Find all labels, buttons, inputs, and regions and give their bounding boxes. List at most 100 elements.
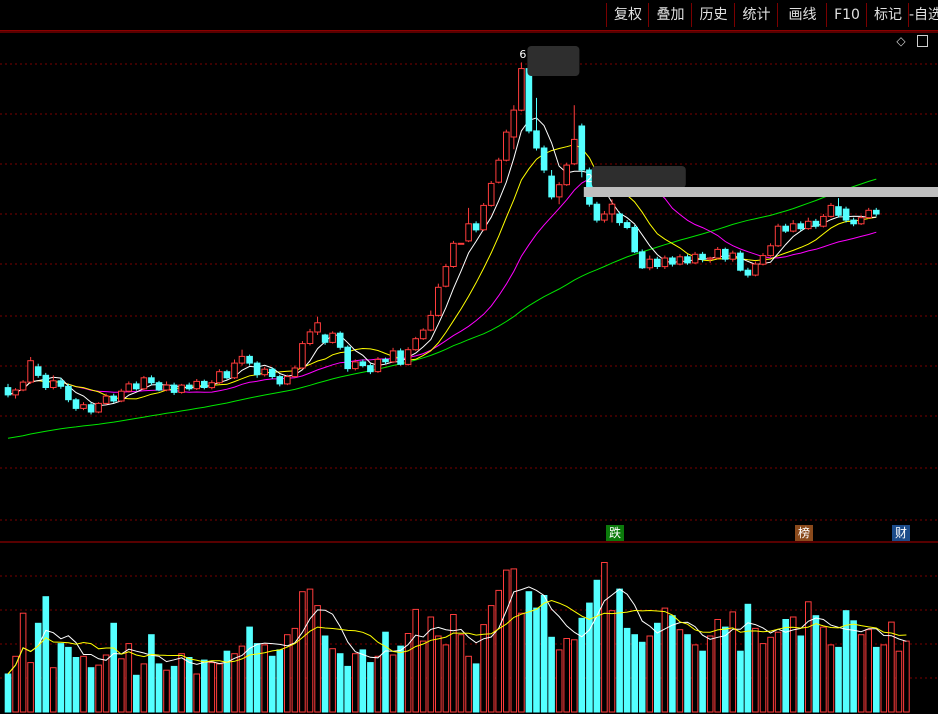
toolbar-button-6[interactable]: F10: [826, 3, 867, 27]
volume-bar: [344, 665, 351, 713]
event-badge-1[interactable]: 跌: [606, 525, 624, 541]
candle-body: [299, 343, 306, 369]
toolbar-button-4[interactable]: 统计: [734, 3, 778, 27]
volume-bar: [865, 629, 873, 713]
volume-bar: [503, 569, 510, 713]
candle-body: [616, 213, 623, 224]
toolbar-button-7[interactable]: 标记: [866, 3, 909, 27]
volume-bar: [155, 663, 163, 713]
candle: [450, 240, 457, 268]
candle-body: [593, 203, 601, 221]
event-badge-3[interactable]: 财: [892, 525, 910, 541]
volume-bar: [110, 622, 118, 713]
toolbar-button-8[interactable]: -自选: [908, 3, 938, 27]
toolbar-button-5[interactable]: 画线: [777, 3, 827, 27]
candle: [729, 250, 737, 262]
volume-bar: [208, 662, 216, 713]
candle: [419, 328, 427, 340]
candle: [518, 62, 525, 112]
candle-body: [623, 222, 631, 229]
volume-bar: [216, 663, 223, 713]
candle-body: [676, 256, 684, 265]
candle: [404, 347, 412, 366]
grid-lines: [0, 31, 938, 679]
candle: [752, 261, 759, 277]
candlestick-series: [4, 62, 880, 415]
candle-body: [503, 131, 510, 161]
candle-body: [12, 389, 19, 396]
volume-bar: [540, 595, 548, 713]
volume-bar: [903, 640, 910, 713]
toolbar-button-2[interactable]: 叠加: [648, 3, 692, 27]
candle-body: [427, 314, 435, 331]
volume-bar: [163, 669, 170, 713]
candle-body: [435, 286, 442, 316]
candle: [110, 393, 118, 403]
candle-body: [540, 147, 548, 171]
candle: [231, 359, 238, 379]
candle: [314, 316, 321, 335]
volume-bar: [691, 644, 699, 713]
volume-bar: [50, 667, 57, 713]
diamond-icon[interactable]: ◇: [894, 34, 908, 48]
volume-bar: [336, 653, 344, 713]
candle-body: [268, 368, 276, 378]
candle-body: [457, 242, 465, 245]
candle-body: [246, 355, 253, 364]
kline-chart[interactable]: 62: [0, 0, 938, 714]
candle-body: [525, 68, 533, 132]
volume-bar: [148, 634, 155, 713]
candle-body: [216, 371, 223, 384]
candle: [238, 349, 246, 366]
volume-bar: [472, 663, 480, 713]
volume-bar: [125, 643, 133, 713]
candle-body: [102, 395, 110, 404]
candle-body: [201, 380, 208, 388]
candle: [102, 393, 110, 405]
volume-bar: [782, 619, 790, 713]
candle-body: [238, 355, 246, 364]
candle: [246, 354, 253, 366]
candle-body: [767, 245, 774, 257]
candle-body: [661, 257, 669, 268]
volume-bar: [246, 626, 253, 713]
volume-bar: [412, 608, 419, 713]
candle: [789, 220, 797, 233]
candle-body: [178, 384, 185, 393]
volume-bar: [638, 641, 646, 713]
volume-bar: [435, 635, 442, 713]
candle-body: [850, 219, 857, 225]
candle-body: [155, 382, 163, 391]
volume-bar: [857, 634, 865, 713]
candle: [631, 225, 639, 254]
candle: [835, 198, 842, 218]
candle-body: [170, 384, 178, 393]
candle: [133, 381, 140, 391]
volume-bar: [880, 644, 888, 713]
candle-body: [223, 371, 231, 379]
candle-body: [389, 350, 397, 363]
toolbar-button-1[interactable]: 复权: [606, 3, 649, 27]
volume-bar: [4, 673, 12, 713]
candle: [842, 206, 850, 223]
candle: [805, 217, 812, 230]
candle-body: [336, 332, 344, 348]
candle-body: [80, 404, 87, 409]
candle-body: [646, 258, 654, 269]
window-square-icon[interactable]: [917, 35, 928, 47]
candle-body: [865, 209, 873, 219]
candle-body: [450, 242, 457, 268]
volume-bar: [805, 601, 812, 713]
candle-body: [95, 402, 102, 413]
event-badge-2[interactable]: 榜: [795, 525, 813, 541]
volume-bar: [95, 664, 102, 713]
toolbar-button-3[interactable]: 历史: [691, 3, 735, 27]
candle: [193, 379, 200, 390]
volume-bar: [669, 615, 676, 713]
candle-body: [729, 252, 737, 260]
candle-body: [510, 109, 518, 138]
candle-body: [789, 223, 797, 232]
volume-bar: [185, 657, 193, 713]
volume-bar: [555, 649, 563, 713]
volume-bar: [654, 622, 661, 713]
